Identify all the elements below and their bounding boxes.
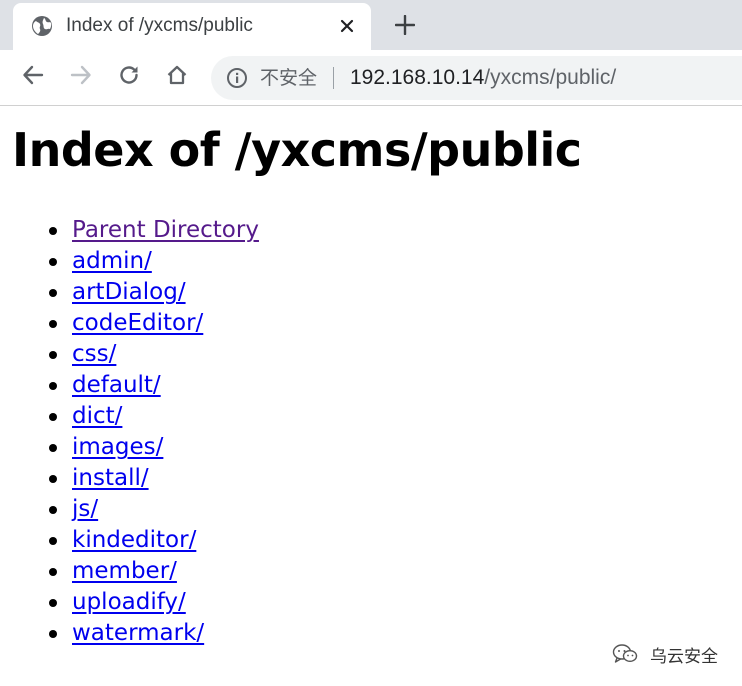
home-icon [166, 64, 188, 90]
list-item: css/ [0, 339, 259, 370]
list-bullet [49, 320, 57, 328]
list-item: kindeditor/ [0, 525, 259, 556]
list-item: artDialog/ [0, 277, 259, 308]
list-item: install/ [0, 463, 259, 494]
directory-link[interactable]: js/ [72, 496, 98, 522]
directory-link[interactable]: images/ [72, 434, 163, 460]
globe-icon [31, 15, 53, 37]
directory-link[interactable]: dict/ [72, 403, 122, 429]
list-bullet [49, 568, 57, 576]
arrow-left-icon [22, 64, 44, 90]
list-item: admin/ [0, 246, 259, 277]
directory-link[interactable]: artDialog/ [72, 279, 186, 305]
list-item: js/ [0, 494, 259, 525]
omnibox-divider [333, 67, 334, 89]
info-icon[interactable] [226, 67, 248, 89]
url-text[interactable]: 192.168.10.14/yxcms/public/ [350, 65, 616, 91]
directory-link[interactable]: default/ [72, 372, 161, 398]
directory-link[interactable]: admin/ [72, 248, 152, 274]
directory-link[interactable]: kindeditor/ [72, 527, 196, 553]
security-label[interactable]: 不安全 [260, 66, 317, 90]
page-title: Index of /yxcms/public [12, 123, 582, 177]
directory-link[interactable]: uploadify/ [72, 589, 186, 615]
url-path: /yxcms/public/ [484, 66, 617, 89]
list-bullet [49, 537, 57, 545]
list-bullet [49, 382, 57, 390]
list-bullet [49, 227, 57, 235]
close-icon[interactable] [336, 15, 358, 37]
address-bar[interactable]: 不安全 192.168.10.14/yxcms/public/ [211, 56, 742, 100]
directory-link[interactable]: codeEditor/ [72, 310, 203, 336]
back-button[interactable] [19, 63, 47, 91]
list-bullet [49, 413, 57, 421]
list-bullet [49, 444, 57, 452]
list-item: dict/ [0, 401, 259, 432]
forward-button[interactable] [67, 63, 95, 91]
browser-toolbar: 不安全 192.168.10.14/yxcms/public/ [0, 50, 742, 106]
directory-list: Parent Directory admin/artDialog/codeEdit… [0, 215, 259, 649]
parent-directory-link[interactable]: Parent Directory [72, 217, 259, 243]
list-item: uploadify/ [0, 587, 259, 618]
tab-title: Index of /yxcms/public [66, 15, 253, 36]
directory-link[interactable]: css/ [72, 341, 116, 367]
directory-link[interactable]: member/ [72, 558, 177, 584]
reload-icon [118, 64, 140, 90]
url-host: 192.168.10.14 [350, 66, 485, 89]
watermark: 乌云安全 [612, 642, 718, 667]
list-item: codeEditor/ [0, 308, 259, 339]
list-item: default/ [0, 370, 259, 401]
list-item: watermark/ [0, 618, 259, 649]
list-bullet [49, 599, 57, 607]
plus-icon [394, 14, 416, 39]
list-bullet [49, 258, 57, 266]
tab-strip: Index of /yxcms/public [0, 0, 742, 50]
wechat-icon [612, 643, 638, 665]
page-content: Index of /yxcms/public Parent Directory a… [0, 106, 742, 686]
list-bullet [49, 506, 57, 514]
list-bullet [49, 351, 57, 359]
home-button[interactable] [163, 63, 191, 91]
directory-link[interactable]: install/ [72, 465, 149, 491]
list-item: member/ [0, 556, 259, 587]
list-item: Parent Directory [0, 215, 259, 246]
list-bullet [49, 289, 57, 297]
arrow-right-icon [70, 64, 92, 90]
reload-button[interactable] [115, 63, 143, 91]
new-tab-button[interactable] [391, 13, 419, 41]
directory-link[interactable]: watermark/ [72, 620, 204, 646]
watermark-text: 乌云安全 [650, 646, 718, 667]
browser-tab[interactable]: Index of /yxcms/public [13, 3, 371, 50]
list-bullet [49, 475, 57, 483]
list-item: images/ [0, 432, 259, 463]
list-bullet [49, 630, 57, 638]
